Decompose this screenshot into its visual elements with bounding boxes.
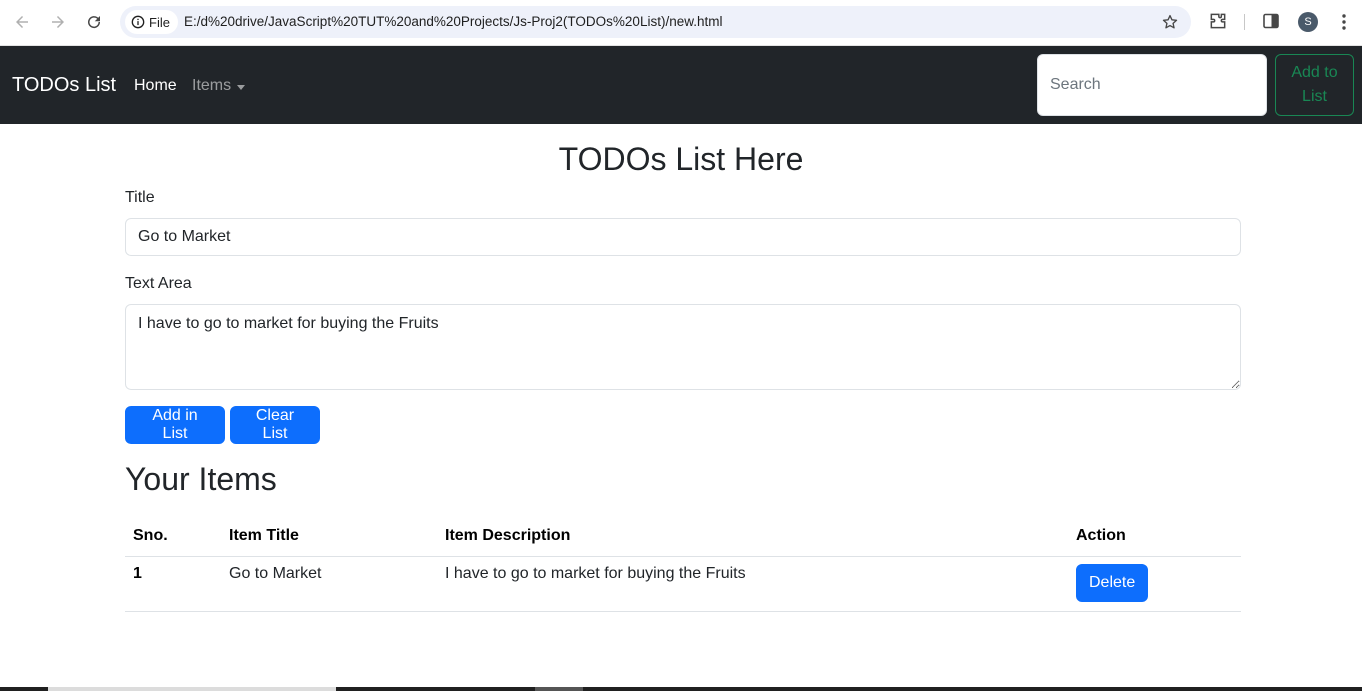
title-field[interactable] bbox=[125, 218, 1241, 256]
forward-button[interactable] bbox=[44, 8, 72, 36]
bookmark-star-icon[interactable] bbox=[1161, 13, 1179, 31]
site-chip-label: File bbox=[149, 14, 170, 30]
table-row: 1 Go to Market I have to go to market fo… bbox=[125, 556, 1241, 612]
address-bar[interactable]: File E:/d%20drive/JavaScript%20TUT%20and… bbox=[120, 6, 1191, 38]
nav-dropdown-label: Items bbox=[192, 77, 232, 94]
site-info-chip[interactable]: File bbox=[125, 10, 178, 34]
caret-down-icon bbox=[237, 84, 246, 90]
reload-button[interactable] bbox=[80, 8, 108, 36]
toolbar-divider bbox=[1244, 14, 1245, 30]
table-header-row: Sno. Item Title Item Description Action bbox=[125, 516, 1241, 557]
title-label: Title bbox=[125, 189, 155, 206]
arrow-left-icon bbox=[16, 16, 28, 28]
taskbar-edge-segment bbox=[535, 687, 583, 691]
reload-icon bbox=[88, 16, 101, 29]
your-items-heading: Your Items bbox=[125, 461, 277, 497]
browser-toolbar: File E:/d%20drive/JavaScript%20TUT%20and… bbox=[0, 0, 1362, 46]
column-header-title: Item Title bbox=[221, 516, 437, 557]
clear-list-button[interactable]: Clear List bbox=[230, 406, 320, 444]
navbar-brand[interactable]: TODOs List bbox=[12, 74, 116, 97]
column-header-sno: Sno. bbox=[125, 516, 221, 557]
items-table: Sno. Item Title Item Description Action … bbox=[125, 516, 1241, 612]
app-navbar: TODOs List Home Items Add to List bbox=[0, 46, 1362, 124]
row-sno: 1 bbox=[125, 556, 221, 612]
description-textarea[interactable]: I have to go to market for buying the Fr… bbox=[125, 304, 1241, 390]
taskbar-edge-segment bbox=[48, 687, 336, 691]
info-icon bbox=[131, 15, 145, 29]
arrow-right-icon bbox=[52, 16, 64, 28]
url-text[interactable]: E:/d%20drive/JavaScript%20TUT%20and%20Pr… bbox=[184, 14, 722, 29]
delete-button[interactable]: Delete bbox=[1076, 563, 1149, 602]
column-header-action: Action bbox=[1068, 516, 1241, 557]
row-description: I have to go to market for buying the Fr… bbox=[437, 556, 1068, 612]
nav-dropdown-items[interactable]: Items bbox=[192, 77, 246, 95]
column-header-description: Item Description bbox=[437, 516, 1068, 557]
add-in-list-button[interactable]: Add in List bbox=[125, 406, 225, 444]
more-menu-icon[interactable] bbox=[1334, 12, 1354, 32]
textarea-label: Text Area bbox=[125, 275, 192, 292]
search-input[interactable] bbox=[1037, 54, 1267, 116]
back-button[interactable] bbox=[8, 8, 36, 36]
side-panel-icon[interactable] bbox=[1263, 13, 1279, 29]
profile-avatar[interactable]: S bbox=[1298, 12, 1318, 32]
extensions-puzzle-icon[interactable] bbox=[1208, 11, 1228, 31]
page-title: TODOs List Here bbox=[558, 141, 804, 177]
nav-link-home[interactable]: Home bbox=[134, 77, 177, 95]
row-action-cell: Delete bbox=[1068, 556, 1241, 612]
add-to-list-button[interactable]: Add to List bbox=[1275, 54, 1354, 116]
row-title: Go to Market bbox=[221, 556, 437, 612]
